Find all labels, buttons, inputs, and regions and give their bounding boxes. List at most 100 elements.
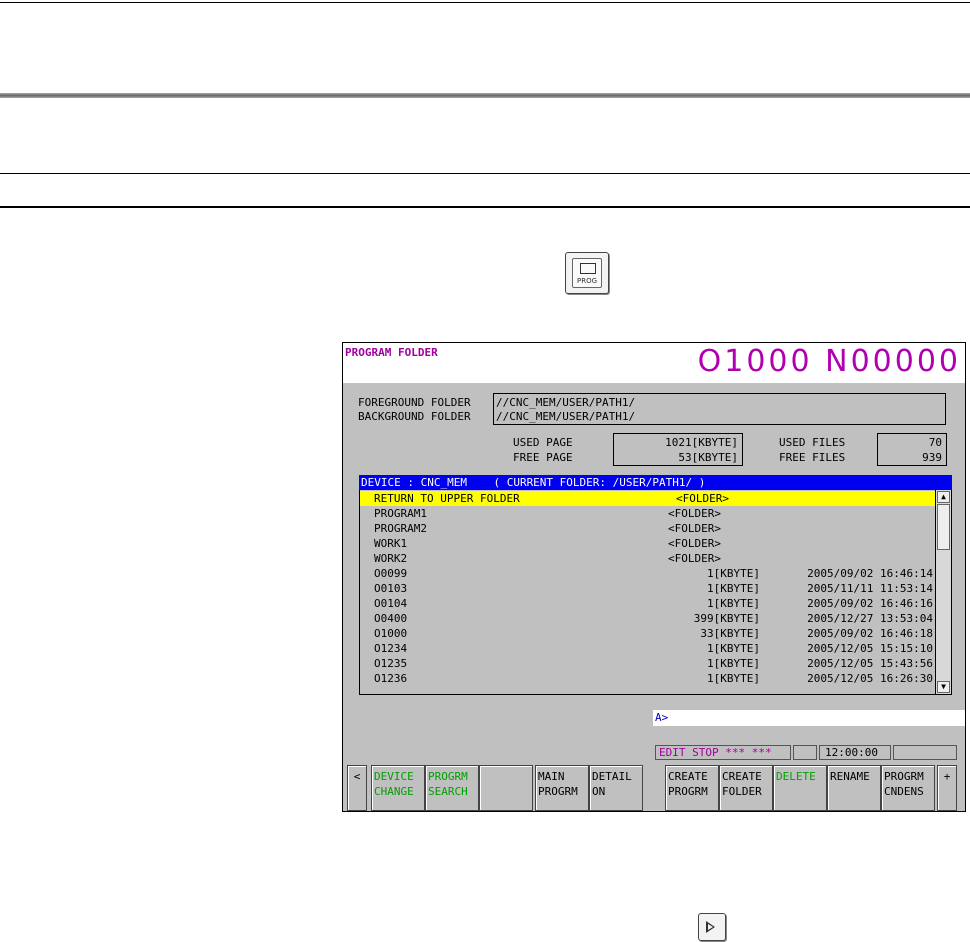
row-size: 1[KBYTE] bbox=[707, 642, 760, 655]
status-mode-text: EDIT STOP *** *** bbox=[659, 746, 772, 759]
clock: 12:00:00 bbox=[819, 745, 891, 760]
file-list-row[interactable]: O1000 33[KBYTE] 2005/09/02 16:46:18 bbox=[360, 626, 935, 641]
row-name: RETURN TO UPPER FOLDER bbox=[374, 492, 520, 505]
softkey-next[interactable]: + bbox=[937, 765, 957, 811]
files-box: 70 939 bbox=[877, 433, 947, 466]
row-size: <FOLDER> bbox=[668, 537, 721, 550]
program-number: O1000 N00000 bbox=[697, 344, 961, 379]
softkey-device-change[interactable]: DEVICE CHANGE bbox=[371, 765, 425, 811]
row-size: <FOLDER> bbox=[668, 522, 721, 535]
row-size: 1[KBYTE] bbox=[707, 597, 760, 610]
page-box: 1021[KBYTE] 53[KBYTE] bbox=[613, 433, 743, 466]
free-page-value: 53[KBYTE] bbox=[678, 451, 738, 464]
prog-key-label: PROG bbox=[576, 277, 598, 285]
file-list-row[interactable]: PROGRAM2 <FOLDER> bbox=[360, 521, 935, 536]
row-name: O0400 bbox=[374, 612, 408, 625]
row-name: O1234 bbox=[374, 642, 408, 655]
background-folder-path: //CNC_MEM/USER/PATH1/ bbox=[496, 410, 636, 423]
free-page-label: FREE PAGE bbox=[513, 451, 573, 464]
file-list-row[interactable]: O1234 1[KBYTE] 2005/12/05 15:15:10 bbox=[360, 641, 935, 656]
list-header: DEVICE : CNC_MEM ( CURRENT FOLDER: /USER… bbox=[359, 475, 952, 490]
used-files-value: 70 bbox=[928, 436, 942, 449]
row-size: 1[KBYTE] bbox=[707, 567, 760, 580]
softkey-delete[interactable]: DELETE bbox=[773, 765, 827, 811]
rule-2 bbox=[0, 206, 970, 208]
softkey-rename[interactable]: RENAME bbox=[827, 765, 881, 811]
file-list-row[interactable]: O1235 1[KBYTE] 2005/12/05 15:43:56 bbox=[360, 656, 935, 671]
top-rule bbox=[0, 2, 970, 3]
row-size: 1[KBYTE] bbox=[707, 657, 760, 670]
row-size: 399[KBYTE] bbox=[693, 612, 760, 625]
row-name: PROGRAM2 bbox=[374, 522, 427, 535]
input-prompt: A> bbox=[655, 711, 669, 724]
background-folder-label: BACKGROUND FOLDER bbox=[358, 410, 471, 423]
file-list-row[interactable]: O0400 399[KBYTE] 2005/12/27 13:53:04 bbox=[360, 611, 935, 626]
row-name: O0103 bbox=[374, 582, 408, 595]
file-list-row[interactable]: O0104 1[KBYTE] 2005/09/02 16:46:16 bbox=[360, 596, 935, 611]
row-size: <FOLDER> bbox=[668, 552, 721, 565]
row-size: 1[KBYTE] bbox=[707, 672, 760, 685]
softkey-create-progrm[interactable]: CREATE PROGRM bbox=[665, 765, 719, 811]
row-name: WORK2 bbox=[374, 552, 408, 565]
folder-path-box: //CNC_MEM/USER/PATH1/ //CNC_MEM/USER/PAT… bbox=[493, 393, 946, 425]
free-files-label: FREE FILES bbox=[779, 451, 846, 464]
title-bar: PROGRAM FOLDER O1000 N00000 bbox=[343, 343, 965, 383]
used-files-label: USED FILES bbox=[779, 436, 846, 449]
row-name: O0104 bbox=[374, 597, 408, 610]
prog-glyph-icon bbox=[580, 263, 596, 274]
file-list-row[interactable]: PROGRAM1 <FOLDER> bbox=[360, 506, 935, 521]
section-rule bbox=[0, 93, 970, 98]
softkey-blank[interactable] bbox=[479, 765, 533, 811]
file-list-row[interactable]: O1236 1[KBYTE] 2005/12/05 16:26:30 bbox=[360, 671, 935, 686]
status-blank bbox=[793, 745, 817, 760]
cnc-screen: PROGRAM FOLDER O1000 N00000 FOREGROUND F… bbox=[342, 342, 966, 812]
file-list: RETURN TO UPPER FOLDER <FOLDER> PROGRAM1 <F… bbox=[359, 490, 952, 695]
foreground-folder-label: FOREGROUND FOLDER bbox=[358, 396, 471, 409]
file-list-row[interactable]: WORK2 <FOLDER> bbox=[360, 551, 935, 566]
softkey-detail-on[interactable]: DETAIL ON bbox=[589, 765, 643, 811]
scrollbar[interactable]: ▲ ▼ bbox=[935, 490, 951, 694]
row-size: 1[KBYTE] bbox=[707, 582, 760, 595]
softkey-main-progrm[interactable]: MAIN PROGRM bbox=[535, 765, 589, 811]
file-list-row[interactable]: RETURN TO UPPER FOLDER <FOLDER> bbox=[360, 491, 935, 506]
row-size: 33[KBYTE] bbox=[700, 627, 760, 640]
row-date: 2005/12/05 16:26:30 bbox=[807, 672, 933, 685]
rule-1 bbox=[0, 173, 970, 174]
file-list-row[interactable]: WORK1 <FOLDER> bbox=[360, 536, 935, 551]
free-files-value: 939 bbox=[922, 451, 942, 464]
row-name: O0099 bbox=[374, 567, 408, 580]
row-date: 2005/12/05 15:15:10 bbox=[807, 642, 933, 655]
row-name: PROGRAM1 bbox=[374, 507, 427, 520]
row-name: O1236 bbox=[374, 672, 408, 685]
softkey-progrm-search[interactable]: PROGRM SEARCH bbox=[425, 765, 479, 811]
status-mode: EDIT STOP *** *** bbox=[655, 745, 791, 760]
row-name: WORK1 bbox=[374, 537, 408, 550]
used-page-value: 1021[KBYTE] bbox=[665, 436, 738, 449]
softkey-prev[interactable]: < bbox=[347, 765, 367, 811]
softkey-bar: < DEVICE CHANGE PROGRM SEARCH MAIN PROGR… bbox=[347, 765, 961, 811]
current-folder-header: DEVICE : CNC_MEM ( CURRENT FOLDER: /USER… bbox=[361, 476, 706, 489]
row-date: 2005/09/02 16:46:18 bbox=[807, 627, 933, 640]
scroll-up-icon[interactable]: ▲ bbox=[937, 491, 950, 503]
row-date: 2005/11/11 11:53:14 bbox=[807, 582, 933, 595]
scroll-down-icon[interactable]: ▼ bbox=[937, 681, 950, 693]
next-menu-key-icon[interactable] bbox=[698, 913, 726, 941]
row-date: 2005/12/05 15:43:56 bbox=[807, 657, 933, 670]
status-blank-2 bbox=[893, 745, 957, 760]
prog-key-icon[interactable]: PROG bbox=[565, 252, 609, 294]
row-name: O1000 bbox=[374, 627, 408, 640]
scroll-thumb[interactable] bbox=[937, 504, 950, 550]
clock-text: 12:00:00 bbox=[825, 746, 878, 759]
foreground-folder-path: //CNC_MEM/USER/PATH1/ bbox=[496, 396, 636, 409]
row-date: 2005/09/02 16:46:14 bbox=[807, 567, 933, 580]
file-list-row[interactable]: O0099 1[KBYTE] 2005/09/02 16:46:14 bbox=[360, 566, 935, 581]
row-name: O1235 bbox=[374, 657, 408, 670]
softkey-create-folder[interactable]: CREATE FOLDER bbox=[719, 765, 773, 811]
row-size: <FOLDER> bbox=[668, 507, 721, 520]
file-list-row[interactable]: O0103 1[KBYTE] 2005/11/11 11:53:14 bbox=[360, 581, 935, 596]
key-input-line[interactable]: A> bbox=[653, 710, 965, 726]
row-date: 2005/09/02 16:46:16 bbox=[807, 597, 933, 610]
row-size: <FOLDER> bbox=[676, 492, 729, 505]
used-page-label: USED PAGE bbox=[513, 436, 573, 449]
softkey-progrm-cndens[interactable]: PROGRM CNDENS bbox=[881, 765, 935, 811]
